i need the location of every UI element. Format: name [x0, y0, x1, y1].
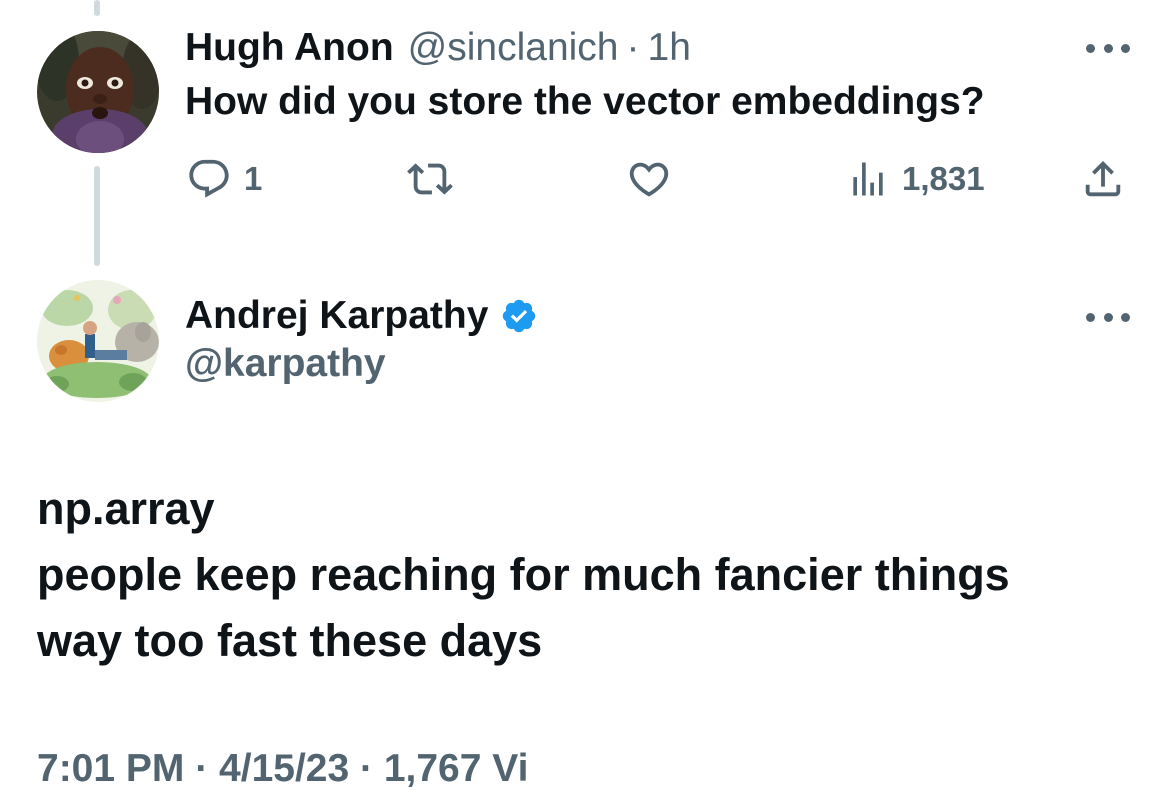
- tweet-line: np.array: [37, 483, 215, 534]
- more-options-button[interactable]: [1086, 311, 1130, 323]
- action-bar: 1 1,831: [0, 152, 1170, 206]
- views-button[interactable]: 1,831: [846, 152, 985, 206]
- like-icon: [629, 162, 669, 197]
- verified-badge-icon-svg: [503, 299, 536, 333]
- tweet-line: people keep reaching for much fancier th…: [37, 549, 1010, 600]
- tweet-line: way too fast these days: [37, 615, 543, 666]
- separator: ·: [626, 26, 640, 69]
- tweet-meta[interactable]: 7:01 PM · 4/15/23 · 1,767 Vi: [37, 747, 528, 791]
- reply-button[interactable]: 1: [186, 152, 262, 206]
- reply-text: How did you store the vector embeddings?: [185, 80, 985, 123]
- author-meta: @sinclanich · 1h: [408, 26, 691, 70]
- more-icon: [1086, 43, 1095, 53]
- reply-count: 1: [244, 160, 263, 197]
- andrej-avatar-image: [37, 280, 159, 402]
- thread-line-top: [94, 0, 100, 16]
- author-name[interactable]: Andrej Karpathy: [185, 294, 488, 338]
- author-name[interactable]: Hugh Anon: [185, 26, 394, 70]
- retweet-button[interactable]: [402, 152, 458, 206]
- main-author-row: Andrej Karpathy: [185, 290, 538, 342]
- tweet-text: np.array people keep reaching for much f…: [37, 476, 1137, 674]
- avatar[interactable]: [37, 280, 159, 402]
- author-handle[interactable]: @karpathy: [185, 342, 386, 386]
- more-icon: [1086, 312, 1095, 322]
- reply-icon: [189, 159, 229, 198]
- retweet-icon: [407, 163, 453, 195]
- author-handle[interactable]: @sinclanich: [408, 26, 619, 70]
- timestamp[interactable]: 1h: [648, 26, 691, 70]
- like-button[interactable]: [625, 152, 673, 206]
- verified-badge-icon[interactable]: [500, 297, 538, 335]
- reply-header: Hugh Anon @sinclanich · 1h: [185, 24, 691, 72]
- hugh-avatar-image: [37, 31, 159, 153]
- share-icon: [1085, 160, 1121, 197]
- share-button[interactable]: [1080, 152, 1126, 206]
- more-options-button[interactable]: [1086, 42, 1130, 54]
- avatar[interactable]: [37, 31, 159, 153]
- views-icon: [853, 162, 883, 196]
- views-count: 1,831: [902, 160, 985, 197]
